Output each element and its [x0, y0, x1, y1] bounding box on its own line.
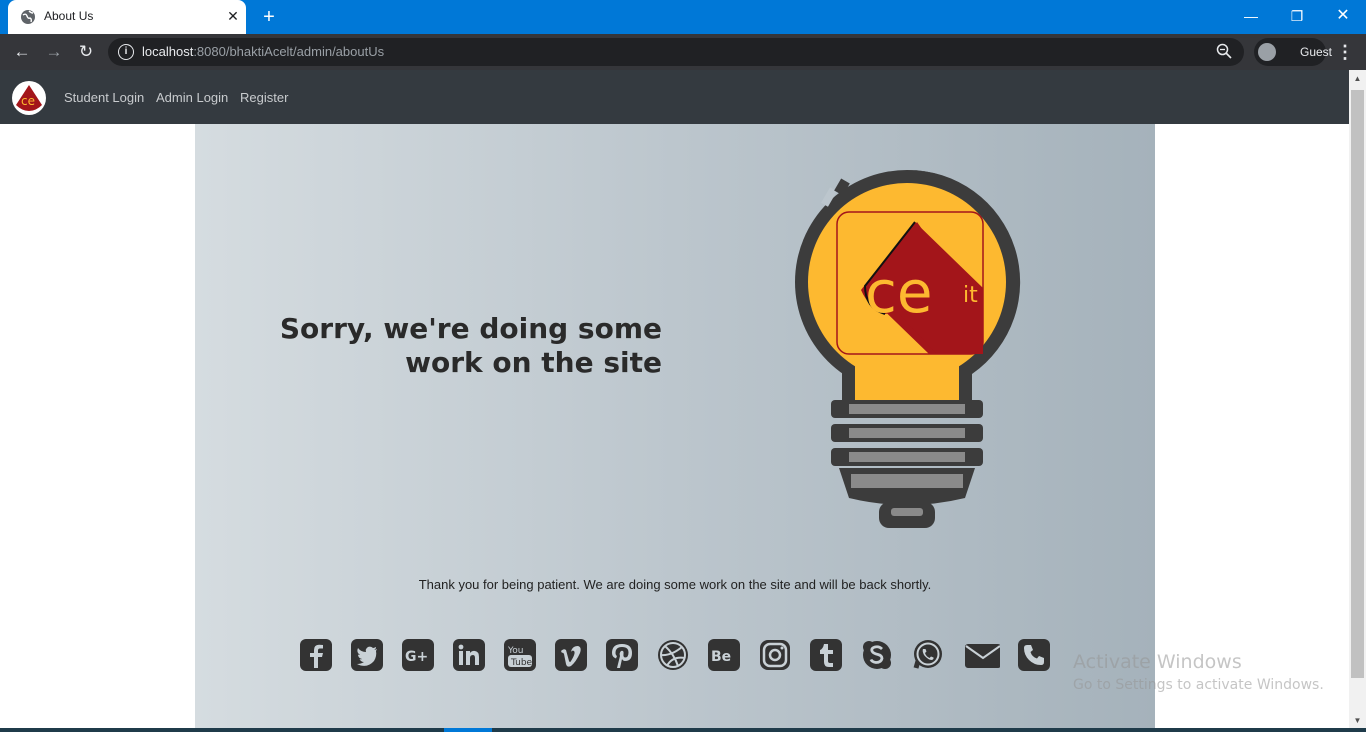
scroll-down-icon[interactable]: ▼: [1349, 712, 1366, 729]
forward-arrow-icon[interactable]: →: [44, 42, 64, 62]
profile-name: Guest: [1300, 45, 1333, 59]
tab-title: About Us: [44, 9, 94, 23]
taskbar-edge: [0, 728, 1366, 732]
site-logo[interactable]: ce: [12, 81, 46, 115]
browser-menu-icon[interactable]: ⋮: [1336, 42, 1354, 62]
svg-text:Be: Be: [711, 649, 731, 665]
social-links: G+ You Tube Be: [299, 638, 1068, 672]
nav-student-login[interactable]: Student Login: [64, 90, 144, 105]
skype-icon[interactable]: [860, 638, 894, 672]
reload-icon[interactable]: ↻: [76, 42, 96, 62]
new-tab-button[interactable]: +: [258, 6, 280, 28]
windows-activation-watermark: Activate Windows Go to Settings to activ…: [1073, 651, 1324, 693]
window-close-icon[interactable]: ✕: [1320, 0, 1366, 34]
avatar: [1258, 43, 1276, 61]
maintenance-message: Thank you for being patient. We are doin…: [418, 577, 932, 592]
browser-tab[interactable]: About Us ✕: [8, 0, 246, 34]
phone-icon[interactable]: [1017, 638, 1051, 672]
site-info-icon[interactable]: i: [118, 44, 134, 60]
scroll-up-icon[interactable]: ▲: [1349, 70, 1366, 87]
taskbar-accent: [444, 728, 492, 732]
nav-register[interactable]: Register: [240, 90, 288, 105]
tab-close-icon[interactable]: ✕: [224, 7, 242, 25]
globe-icon: [21, 10, 35, 24]
vimeo-icon[interactable]: [554, 638, 588, 672]
browser-titlebar: About Us ✕ + — ❐ ✕: [0, 0, 1366, 34]
pinterest-icon[interactable]: [605, 638, 639, 672]
linkedin-icon[interactable]: [452, 638, 486, 672]
behance-icon[interactable]: Be: [707, 638, 741, 672]
facebook-icon[interactable]: [299, 638, 333, 672]
email-icon[interactable]: [962, 638, 1000, 672]
twitter-icon[interactable]: [350, 638, 384, 672]
address-bar[interactable]: i localhost:8080/bhaktiAcelt/admin/about…: [108, 38, 1244, 66]
svg-text:ce: ce: [865, 258, 933, 326]
restore-icon[interactable]: ❐: [1274, 0, 1320, 34]
browser-toolbar: ← → ↻ i localhost:8080/bhaktiAcelt/admin…: [0, 34, 1366, 70]
page-scrollbar[interactable]: ▲ ▼: [1349, 70, 1366, 732]
back-arrow-icon[interactable]: ←: [12, 42, 32, 62]
url-text[interactable]: localhost:8080/bhaktiAcelt/admin/aboutUs: [142, 44, 384, 59]
nav-admin-login[interactable]: Admin Login: [156, 90, 228, 105]
svg-text:it: it: [963, 283, 978, 308]
svg-text:You: You: [507, 646, 524, 656]
zoom-icon[interactable]: [1216, 43, 1232, 59]
minimize-icon[interactable]: —: [1228, 0, 1274, 34]
svg-text:G+: G+: [405, 649, 428, 665]
google-plus-icon[interactable]: G+: [401, 638, 435, 672]
instagram-icon[interactable]: [758, 638, 792, 672]
profile-button[interactable]: Guest: [1254, 38, 1332, 66]
svg-text:Tube: Tube: [510, 658, 533, 668]
dribbble-icon[interactable]: [656, 638, 690, 672]
site-navbar: ce Student Login Admin Login Register: [0, 70, 1349, 124]
lightbulb-illustration: ce it: [795, 169, 1021, 528]
scrollbar-thumb[interactable]: [1351, 90, 1364, 678]
youtube-icon[interactable]: You Tube: [503, 638, 537, 672]
maintenance-hero: Sorry, we're doing some work on the site…: [195, 124, 1155, 728]
svg-text:ce: ce: [21, 94, 35, 108]
whatsapp-icon[interactable]: [911, 638, 945, 672]
page-title: Sorry, we're doing some work on the site: [279, 312, 662, 379]
tumblr-icon[interactable]: [809, 638, 843, 672]
